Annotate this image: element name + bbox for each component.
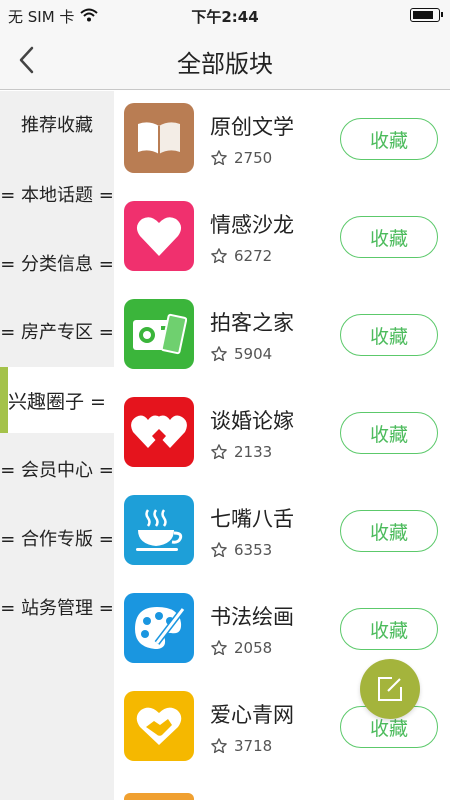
handshake-heart-icon [124, 691, 194, 761]
forum-name: 原创文学 [210, 115, 294, 139]
star-icon [211, 542, 227, 558]
list-item[interactable]: 七嘴八舌 6353 收藏 [114, 483, 450, 581]
sidebar-item-label: = 本地话题 = [0, 185, 114, 206]
category-sidebar: 推荐收藏 = 本地话题 = = 分类信息 = = 房产专区 = 兴趣圈子 = =… [0, 91, 114, 800]
favorite-button[interactable]: 收藏 [340, 216, 438, 258]
list-item[interactable]: 原创文学 2750 收藏 [114, 91, 450, 189]
double-heart-icon [124, 397, 194, 467]
favorite-button[interactable]: 收藏 [340, 608, 438, 650]
battery-icon [410, 8, 443, 22]
camera-icon [124, 299, 194, 369]
forum-stat: 2133 [210, 443, 272, 461]
sidebar-item-label: = 房产专区 = [0, 322, 114, 343]
favorite-count: 6353 [234, 541, 273, 559]
favorite-button[interactable]: 收藏 [340, 412, 438, 454]
favorite-button[interactable]: 收藏 [340, 118, 438, 160]
sidebar-item-recommended[interactable]: 推荐收藏 [0, 95, 114, 153]
sidebar-item-label: 兴趣圈子 = [8, 390, 106, 413]
forum-stat: 6353 [210, 541, 272, 559]
edit-icon [378, 677, 402, 701]
status-time: 下午2:44 [191, 8, 259, 26]
favorite-button[interactable]: 收藏 [340, 510, 438, 552]
sidebar-item-interest-circles[interactable]: 兴趣圈子 = [0, 367, 114, 433]
page-title: 全部版块 [177, 50, 273, 78]
sidebar-item-label: = 合作专版 = [0, 529, 114, 550]
list-item[interactable]: 谈婚论嫁 2133 收藏 [114, 385, 450, 483]
favorite-count: 2133 [234, 443, 273, 461]
star-icon [211, 444, 227, 460]
sidebar-item-real-estate[interactable]: = 房产专区 = [0, 302, 114, 360]
star-icon [211, 150, 227, 166]
sidebar-item-label: = 分类信息 = [0, 254, 114, 275]
book-icon [124, 103, 194, 173]
star-icon [211, 346, 227, 362]
favorite-count: 6272 [234, 247, 273, 265]
forum-name: 七嘴八舌 [210, 507, 294, 531]
forum-stat: 5904 [210, 345, 272, 363]
palette-icon [124, 593, 194, 663]
forum-name: 谈婚论嫁 [210, 409, 294, 433]
list-item[interactable]: 情感沙龙 6272 收藏 [114, 189, 450, 287]
favorite-count: 2750 [234, 149, 273, 167]
sidebar-item-classifieds[interactable]: = 分类信息 = [0, 234, 114, 292]
star-icon [211, 640, 227, 656]
status-bar: 无 SIM 卡 下午2:44 [0, 0, 450, 30]
sidebar-item-label: = 站务管理 = [0, 598, 114, 619]
star-icon [211, 248, 227, 264]
forum-stat: 2058 [210, 639, 272, 657]
favorite-count: 5904 [234, 345, 273, 363]
favorite-count: 3718 [234, 737, 273, 755]
battery-fill [413, 11, 434, 19]
sidebar-item-partnership[interactable]: = 合作专版 = [0, 509, 114, 567]
nav-bar: 全部版块 [0, 30, 450, 90]
sidebar-item-member-center[interactable]: = 会员中心 = [0, 440, 114, 498]
forum-name: 情感沙龙 [210, 213, 294, 237]
sidebar-item-site-admin[interactable]: = 站务管理 = [0, 578, 114, 636]
forum-stat: 6272 [210, 247, 272, 265]
forum-name: 爱心青网 [210, 703, 294, 727]
favorite-button[interactable]: 收藏 [340, 314, 438, 356]
favorite-count: 2058 [234, 639, 273, 657]
list-item[interactable]: 拍客之家 5904 收藏 [114, 287, 450, 385]
sidebar-item-label: = 会员中心 = [0, 460, 114, 481]
forum-name: 书法绘画 [210, 605, 294, 629]
coffee-cup-icon [124, 495, 194, 565]
star-icon [211, 738, 227, 754]
forum-name: 拍客之家 [210, 311, 294, 335]
forum-stat: 2750 [210, 149, 272, 167]
forum-stat: 3718 [210, 737, 272, 755]
sidebar-item-local-topics[interactable]: = 本地话题 = [0, 165, 114, 223]
sidebar-item-label: 推荐收藏 [21, 115, 93, 136]
next-item-icon-edge [124, 793, 194, 800]
compose-button[interactable] [360, 659, 420, 719]
heart-icon [124, 201, 194, 271]
